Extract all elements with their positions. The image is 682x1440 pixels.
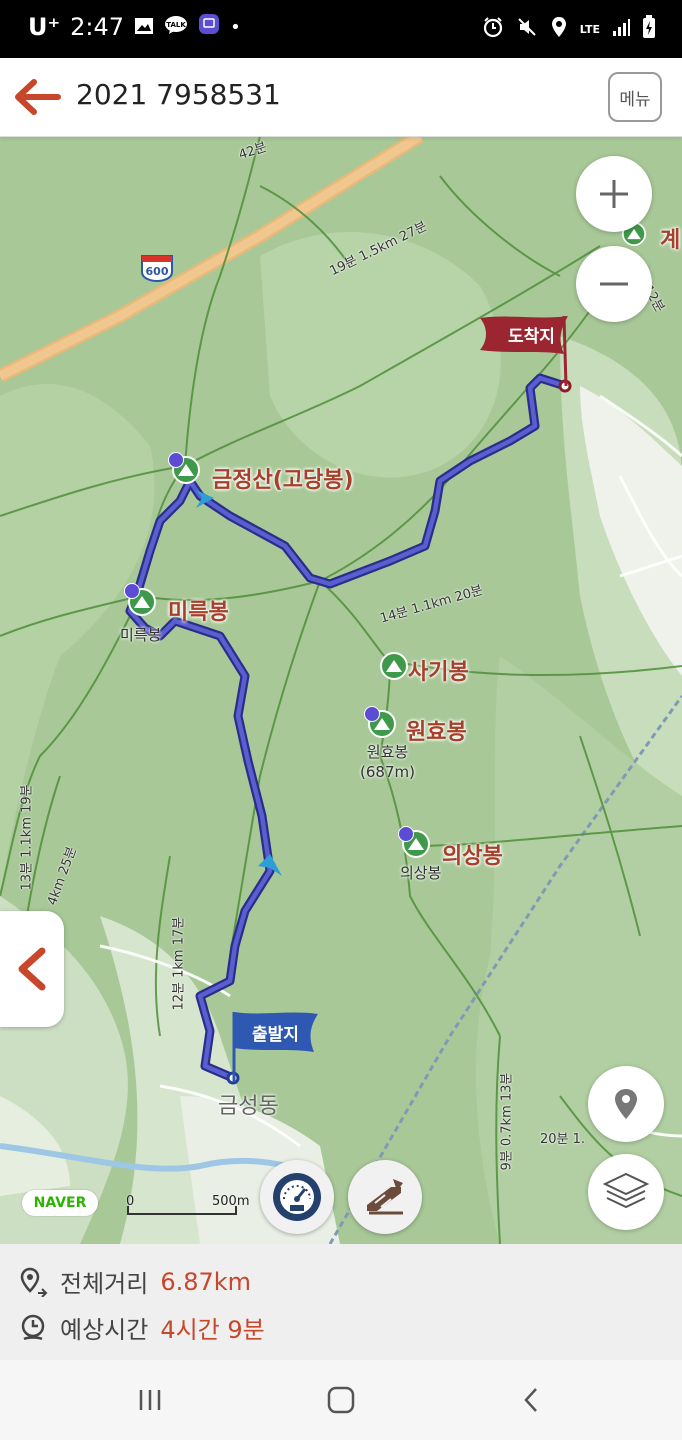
chevron-left-icon: [18, 947, 46, 991]
map-view[interactable]: 600 42분 19분 1.5km 27분 14분 1.1km 20분 13분 …: [0, 136, 682, 1244]
side-panel-toggle[interactable]: [0, 911, 64, 1027]
mute-icon: [516, 16, 538, 43]
speedometer-icon: [273, 1173, 321, 1221]
signal-icon: [612, 17, 630, 42]
peak-label[interactable]: 미륵봉: [168, 594, 229, 626]
back-button[interactable]: [12, 76, 62, 118]
summit-marker-icon: [364, 706, 380, 722]
peak-sublabel: 미륵봉: [120, 626, 162, 644]
route-pin-icon: [20, 1267, 48, 1297]
trail-label: 13분 1.1km 19분: [19, 784, 35, 891]
time-value: 4시간 9분: [160, 1316, 265, 1344]
distance-value: 6.87km: [160, 1267, 252, 1296]
minus-icon: [600, 282, 628, 286]
trail-label: 20분 1.: [540, 1132, 586, 1147]
distance-label: 전체거리: [60, 1270, 149, 1298]
destination-flag: 도착지: [480, 314, 570, 394]
lte-label: LTE: [579, 23, 600, 36]
menu-button[interactable]: 메뉴: [608, 72, 662, 122]
plus-icon: [600, 180, 628, 208]
trail-label: 12분 1km 17분: [171, 916, 187, 1011]
clock: 2:47: [70, 13, 125, 41]
talk-icon: TALK: [164, 13, 188, 41]
app-header: 2021 7958531 메뉴: [0, 58, 682, 137]
back-chevron-icon: [524, 1388, 537, 1412]
distance-row: 전체거리 6.87km: [18, 1264, 251, 1299]
map-scale: 0 500m: [126, 1194, 256, 1218]
system-back-button[interactable]: [512, 1380, 552, 1420]
layers-icon: [602, 1172, 650, 1209]
gallery-icon: [134, 13, 154, 41]
start-flag: 출발지: [230, 1010, 320, 1094]
naver-logo: NAVER: [22, 1190, 98, 1216]
recent-apps-button[interactable]: [130, 1380, 170, 1420]
destination-flag-label: 도착지: [508, 327, 555, 347]
highway-shield: 600: [140, 254, 174, 283]
start-flag-label: 출발지: [252, 1025, 299, 1045]
peak-sublabel: 원효봉 (687m): [360, 743, 415, 781]
peak-sublabel: 의상봉: [400, 864, 442, 882]
home-icon: [327, 1386, 355, 1414]
mountain-icon: [380, 652, 408, 684]
peak-label[interactable]: 금정산(고당봉): [212, 462, 354, 494]
peak-label[interactable]: 의상봉: [442, 838, 503, 870]
status-bar: U⁺ 2:47 TALK • LTE: [0, 0, 682, 58]
recents-icon: [139, 1390, 161, 1410]
location-pin-icon: [615, 1089, 637, 1119]
carrier-label: U⁺: [28, 13, 61, 41]
zoom-in-button[interactable]: [576, 156, 652, 232]
peak-label[interactable]: 사기봉: [408, 654, 469, 686]
peak-label[interactable]: 원효봉: [406, 714, 467, 746]
time-row: 예상시간 4시간 9분: [18, 1310, 265, 1345]
my-location-button[interactable]: [588, 1066, 664, 1142]
zoom-out-button[interactable]: [576, 246, 652, 322]
speedometer-button[interactable]: [260, 1160, 334, 1234]
trail-label: 9분 0.7km 13분: [499, 1072, 515, 1171]
back-arrow-icon: [15, 79, 61, 115]
elevation-profile-button[interactable]: [348, 1160, 422, 1234]
svg-text:600: 600: [146, 265, 169, 278]
svg-text:TALK: TALK: [166, 21, 186, 29]
home-button[interactable]: [321, 1380, 361, 1420]
route-summary: 전체거리 6.87km 예상시간 4시간 9분: [0, 1244, 682, 1360]
dot-icon: •: [230, 16, 241, 38]
summit-marker-icon: [124, 583, 140, 599]
peak-label[interactable]: 계: [660, 222, 680, 254]
slope-icon: [367, 1179, 403, 1215]
town-label: 금성동: [218, 1094, 279, 1119]
battery-icon: [642, 15, 656, 44]
map-layers-button[interactable]: [588, 1154, 664, 1230]
app-icon: [198, 13, 220, 41]
time-label: 예상시간: [60, 1316, 149, 1344]
summit-marker-icon: [168, 452, 184, 468]
time-icon: [21, 1314, 45, 1340]
summit-marker-icon: [398, 826, 414, 842]
page-title: 2021 7958531: [76, 78, 281, 111]
system-nav-bar: [0, 1360, 682, 1440]
alarm-icon: [482, 16, 504, 43]
location-icon: [550, 16, 568, 43]
